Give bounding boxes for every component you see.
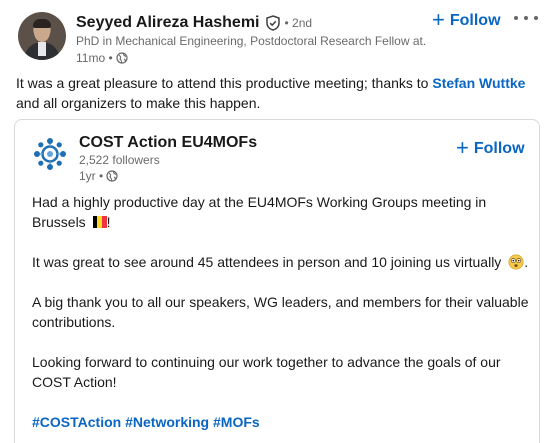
author-headline: PhD in Mechanical Engineering, Postdocto… [76, 34, 426, 48]
paragraph-punctuation: ! [106, 214, 111, 230]
belgium-flag-icon [92, 213, 107, 228]
hashtag-link[interactable]: #COSTAction [32, 414, 121, 430]
more-horizontal-icon[interactable] [514, 10, 538, 26]
org-followers: 2,522 followers [79, 153, 160, 167]
reshared-post-card[interactable]: COST Action EU4MOFs 2,522 followers 1yr … [14, 119, 540, 443]
body-paragraph: Had a highly productive day at the EU4MO… [32, 192, 532, 232]
hashtag-list: #COSTAction #Networking #MOFs [32, 412, 532, 432]
verified-shield-icon [265, 15, 280, 31]
post-commentary: It was a great pleasure to attend this p… [16, 73, 541, 113]
star-struck-emoji-icon [508, 254, 524, 270]
plus-icon: + [456, 135, 469, 160]
globe-icon [116, 52, 128, 64]
follow-author-button[interactable]: + Follow [432, 7, 501, 32]
feed-post: Seyyed Alireza Hashemi • 2nd PhD in Mech… [0, 0, 555, 443]
org-name[interactable]: COST Action EU4MOFs [79, 134, 257, 152]
author-avatar[interactable] [18, 12, 66, 60]
connection-degree: • 2nd [284, 16, 313, 30]
follow-org-button[interactable]: + Follow [456, 135, 525, 160]
author-name[interactable]: Seyyed Alireza Hashemi [76, 14, 260, 32]
follow-label: Follow [449, 12, 501, 29]
hashtag-link[interactable]: #Networking [125, 414, 209, 430]
paragraph-text: It was great to see around 45 attendees … [32, 254, 502, 270]
reshared-post-meta: 1yr • [79, 169, 118, 183]
post-meta: 11mo • [76, 51, 128, 65]
follow-label: Follow [473, 140, 525, 157]
plus-icon: + [432, 7, 445, 32]
post-time: 11mo • [76, 51, 113, 65]
reshared-post-time: 1yr • [79, 169, 104, 183]
body-paragraph: Looking forward to continuing our work t… [32, 354, 501, 390]
body-paragraph: A big thank you to all our speakers, WG … [32, 294, 529, 330]
reshared-post-body: Had a highly productive day at the EU4MO… [32, 192, 532, 432]
mention-link[interactable]: Stefan Wuttke [432, 75, 525, 91]
org-logo[interactable] [33, 137, 67, 171]
hashtag-link[interactable]: #MOFs [213, 414, 260, 430]
author-line: Seyyed Alireza Hashemi • 2nd [76, 13, 312, 33]
paragraph-punctuation: . [524, 254, 529, 270]
commentary-text-start: It was a great pleasure to attend this p… [16, 75, 433, 91]
body-paragraph: It was great to see around 45 attendees … [32, 252, 532, 272]
commentary-text-end: and all organizers to make this happen. [16, 95, 261, 111]
globe-icon [106, 170, 118, 182]
